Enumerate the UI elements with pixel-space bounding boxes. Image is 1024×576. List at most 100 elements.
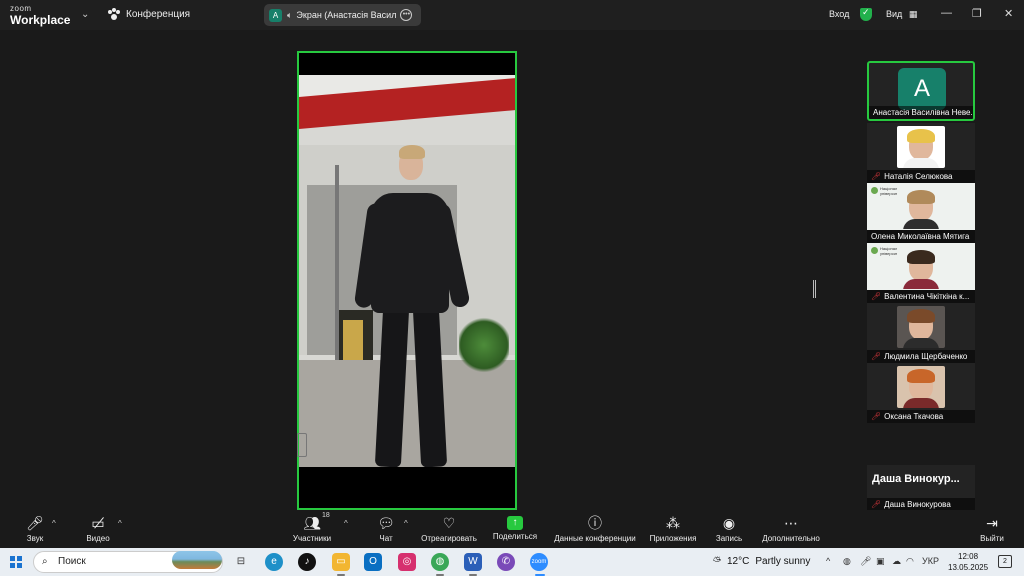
minimize-button[interactable]: — <box>941 7 952 19</box>
leave-label: Выйти <box>980 534 1004 543</box>
react-label: Отреагировать <box>421 534 477 543</box>
share-label: Поделиться <box>492 532 538 541</box>
chat-options-caret[interactable]: ^ <box>404 519 408 528</box>
heart-icon: ♡ <box>442 515 456 531</box>
tiktok-icon[interactable]: ♪ <box>298 553 316 571</box>
chat-label: Чат <box>379 534 393 543</box>
system-clock[interactable]: 12:08 13.05.2025 <box>948 551 988 573</box>
participant-tile[interactable]: 🎤︎ Наталія Селюкова <box>867 123 975 183</box>
file-explorer-icon[interactable]: ▭ <box>332 553 350 571</box>
close-button[interactable]: ✕ <box>1004 7 1013 20</box>
info-label: Данные конференции <box>554 534 636 543</box>
participant-name: 🎤︎ Оксана Ткачова <box>867 410 975 423</box>
react-button[interactable]: ♡ Отреагировать <box>420 514 478 543</box>
maximize-button[interactable]: ❐ <box>972 7 982 20</box>
audio-label: Звук <box>26 534 44 543</box>
weather-icon: ⛅︎ <box>713 556 721 567</box>
info-icon: ⓘ <box>588 515 602 531</box>
language-indicator[interactable]: УКР <box>922 556 939 566</box>
video-scene <box>299 75 515 467</box>
apps-label: Приложения <box>649 534 697 543</box>
share-screen-icon: ↑ <box>507 516 523 530</box>
audio-options-caret[interactable]: ^ <box>52 519 56 528</box>
participant-tile[interactable]: Національний фармацевтичний університет … <box>867 243 975 303</box>
participant-tile[interactable]: 🎤︎ Оксана Ткачова <box>867 363 975 423</box>
weather-temp: 12°C <box>727 556 750 567</box>
video-letterbox-bottom <box>299 467 515 508</box>
participant-name: 🎤︎ Валентина Чікіткіна к... <box>867 290 975 303</box>
participant-tile[interactable]: A Анастасія Василівна Неве... <box>867 61 975 121</box>
search-placeholder: Поиск <box>58 556 86 567</box>
wifi-icon[interactable]: ◠ <box>906 556 914 567</box>
screen-share-label: Экран (Анастасія Василівн <box>296 10 397 20</box>
apps-button[interactable]: ⁂ Приложения <box>648 514 698 543</box>
apps-icon: ⁂ <box>666 515 680 531</box>
university-logo <box>871 187 878 194</box>
zoom-app-icon[interactable]: zoom <box>530 553 548 571</box>
main-stage: A Анастасія Василівна Неве... 🎤︎ Наталія… <box>0 30 1024 527</box>
windows-start-icon[interactable] <box>10 556 22 568</box>
chrome-icon[interactable]: ◍ <box>431 553 449 571</box>
meeting-info-toolbar-button[interactable]: ⓘ Данные конференции <box>553 514 637 543</box>
camera-icon[interactable]: ▣ <box>876 556 885 567</box>
participant-name-text: Людмила Щербаченко <box>884 352 968 361</box>
person-body <box>371 193 449 313</box>
microphone-icon[interactable]: 🎤︎ <box>860 556 871 567</box>
participant-tile[interactable]: Даша Винокур... 🎤︎ Даша Винокурова <box>867 465 975 511</box>
outlook-icon[interactable]: O <box>364 553 382 571</box>
record-label: Запись <box>715 534 743 543</box>
task-view-icon[interactable]: ⊟ <box>232 553 250 571</box>
participant-video <box>897 126 945 168</box>
shared-video[interactable] <box>297 51 517 510</box>
more-button[interactable]: ⋯ Дополнительно <box>760 514 822 543</box>
video-button[interactable]: ▭̸ Видео <box>84 514 112 543</box>
meeting-label: Конференция <box>126 8 191 20</box>
participant-name-text: Оксана Ткачова <box>884 412 944 421</box>
chevron-down-icon[interactable]: ⌄ <box>81 9 89 20</box>
view-label: Вид <box>886 9 903 19</box>
grid-icon: ▦ <box>908 9 918 19</box>
participants-label: Участники <box>292 534 332 543</box>
screen-share-pill[interactable]: A 🔈︎ Экран (Анастасія Василівн ••• <box>264 4 421 26</box>
participant-avatar: A <box>898 68 946 110</box>
panel-splitter[interactable] <box>813 280 816 298</box>
paw-icon <box>108 8 120 20</box>
more-options-icon[interactable]: ••• <box>400 9 413 21</box>
participant-tile[interactable]: Національний фармацевтичний університет … <box>867 183 975 243</box>
view-button[interactable]: Вид ▦ <box>886 9 917 20</box>
participants-options-caret[interactable]: ^ <box>344 519 348 528</box>
participant-video <box>897 306 945 348</box>
scene-plant <box>459 315 509 375</box>
audio-button[interactable]: 🎤︎ Звук <box>22 514 48 543</box>
video-letterbox-top <box>299 53 515 75</box>
word-icon[interactable]: W <box>464 553 482 571</box>
weather-widget[interactable]: ⛅︎ 12°C Partly sunny <box>713 556 810 567</box>
share-button[interactable]: ↑ Поделиться <box>492 514 538 541</box>
onedrive-icon[interactable]: ☁︎ <box>892 556 901 567</box>
shield-icon[interactable] <box>860 7 872 21</box>
instagram-icon[interactable]: ◎ <box>398 553 416 571</box>
participant-video: Національний фармацевтичний університет <box>867 183 975 230</box>
participant-tile[interactable]: 🎤︎ Людмила Щербаченко <box>867 303 975 363</box>
university-logo <box>871 247 878 254</box>
signin-button[interactable]: Вход <box>829 9 849 19</box>
meeting-info-button[interactable]: Конференция <box>108 8 190 20</box>
drag-handle[interactable] <box>297 433 307 457</box>
video-options-caret[interactable]: ^ <box>118 519 122 528</box>
clock-date: 13.05.2025 <box>948 563 989 572</box>
speaker-icon: 🔈︎ <box>287 9 293 20</box>
participant-name-text: Олена Миколаївна Мятига <box>871 232 970 241</box>
participant-name-text: Наталія Селюкова <box>884 172 953 181</box>
chevron-up-icon[interactable]: ^ <box>826 556 830 566</box>
participant-name-text: Анастасія Василівна Неве... <box>873 108 973 117</box>
viber-icon[interactable]: ✆ <box>497 553 515 571</box>
search-highlight-image <box>172 551 222 569</box>
tray-app-icon[interactable]: ◍ <box>843 556 851 567</box>
mic-muted-icon: 🎤︎ <box>871 292 882 301</box>
windows-taskbar: ⌕ Поиск ⊟ e ♪ ▭ O ◎ ◍ W ✆ zoom ⛅︎ 12°C P… <box>0 548 1024 576</box>
chat-button[interactable]: 💬︎ Чат <box>376 514 396 543</box>
notifications-icon[interactable]: 2 <box>998 555 1012 568</box>
record-button[interactable]: ◉ Запись <box>714 514 744 543</box>
leave-button[interactable]: ⇥ Выйти <box>978 514 1006 543</box>
edge-icon[interactable]: e <box>265 553 283 571</box>
